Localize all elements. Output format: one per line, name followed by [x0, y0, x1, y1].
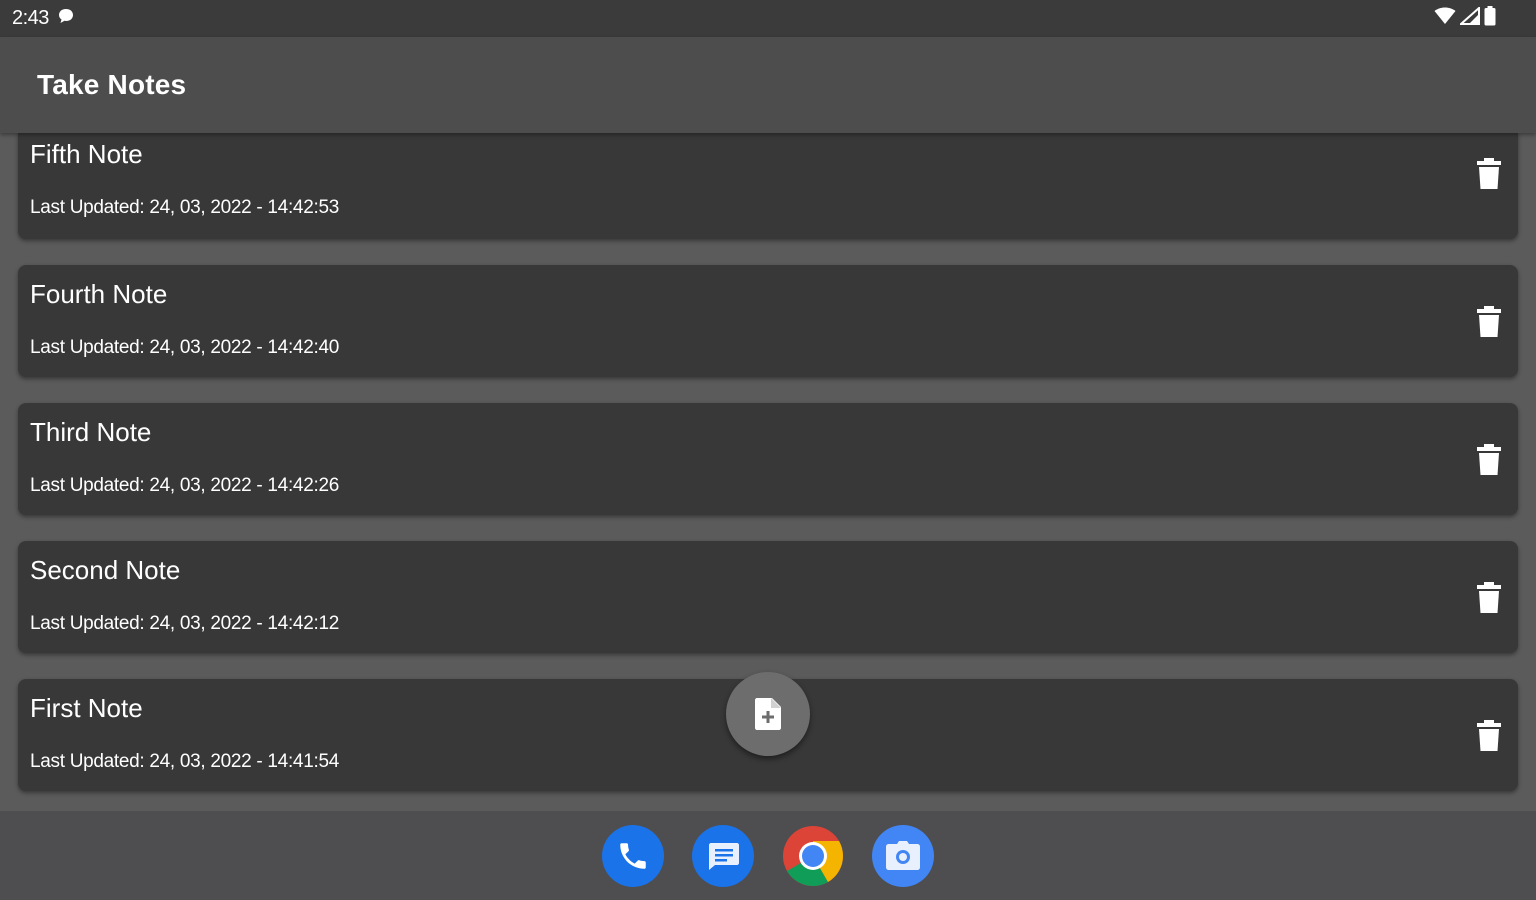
- note-title: Fourth Note: [30, 279, 168, 309]
- phone-icon: [620, 842, 646, 869]
- messages-app-button[interactable]: [692, 824, 754, 887]
- app-dock: [0, 811, 1536, 900]
- note-title: First Note: [30, 693, 143, 723]
- trash-icon: [1477, 720, 1501, 751]
- note-last-updated: Last Updated: 24, 03, 2022 - 14:41:54: [30, 751, 339, 772]
- messages-icon: [709, 842, 739, 870]
- status-bar: 2:43: [0, 0, 1536, 37]
- note-card[interactable]: Fourth Note Last Updated: 24, 03, 2022 -…: [18, 265, 1518, 377]
- note-title: Fifth Note: [30, 139, 143, 169]
- note-last-updated: Last Updated: 24, 03, 2022 - 14:42:40: [30, 337, 339, 358]
- add-note-button[interactable]: [726, 672, 810, 756]
- camera-icon: [886, 840, 920, 870]
- note-card[interactable]: Second Note Last Updated: 24, 03, 2022 -…: [18, 541, 1518, 653]
- delete-note-button[interactable]: [1476, 157, 1502, 191]
- note-last-updated: Last Updated: 24, 03, 2022 - 14:42:12: [30, 613, 339, 634]
- trash-icon: [1477, 444, 1501, 475]
- signal-icon: [1458, 5, 1480, 30]
- trash-icon: [1477, 158, 1501, 189]
- note-title: Second Note: [30, 555, 181, 585]
- note-title: Third Note: [30, 417, 152, 447]
- note-card[interactable]: Fifth Note Last Updated: 24, 03, 2022 - …: [18, 133, 1518, 239]
- delete-note-button[interactable]: [1476, 305, 1502, 339]
- delete-note-button[interactable]: [1476, 581, 1502, 615]
- status-time: 2:43: [12, 7, 49, 29]
- phone-app-button[interactable]: [602, 824, 664, 887]
- note-last-updated: Last Updated: 24, 03, 2022 - 14:42:26: [30, 475, 339, 496]
- camera-app-button[interactable]: [872, 824, 934, 887]
- chrome-icon: [783, 825, 843, 886]
- delete-note-button[interactable]: [1476, 719, 1502, 753]
- trash-icon: [1477, 582, 1501, 613]
- add-note-icon: [755, 698, 781, 730]
- wifi-icon: [1434, 7, 1456, 30]
- note-card[interactable]: Third Note Last Updated: 24, 03, 2022 - …: [18, 403, 1518, 515]
- app-bar: Take Notes: [0, 37, 1536, 133]
- note-last-updated: Last Updated: 24, 03, 2022 - 14:42:53: [30, 197, 339, 218]
- page-title: Take Notes: [37, 69, 187, 100]
- delete-note-button[interactable]: [1476, 443, 1502, 477]
- message-notification-icon: [57, 7, 75, 31]
- battery-icon: [1484, 6, 1496, 31]
- chrome-app-button[interactable]: [782, 825, 844, 887]
- trash-icon: [1477, 306, 1501, 337]
